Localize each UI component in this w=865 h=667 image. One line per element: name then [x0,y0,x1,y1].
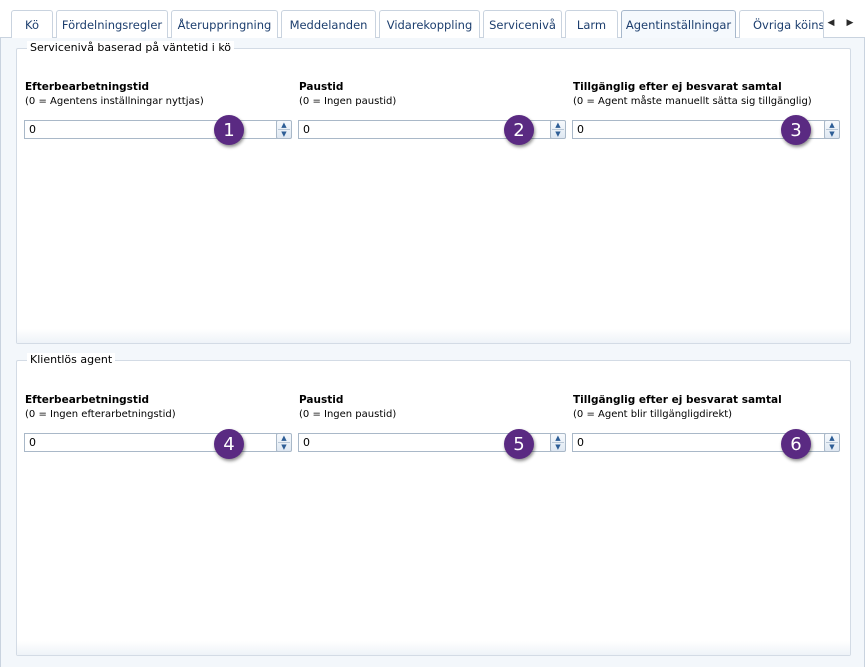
spin-up-icon[interactable]: ▲ [825,434,839,442]
callout-badge: 6 [781,429,811,459]
wrapup-time-spinner: ▲ ▼ [276,120,292,139]
tab-label: Meddelanden [289,17,368,32]
callout-badge: 3 [781,115,811,145]
group-title: Klientlös agent [27,353,116,366]
tab-label: Övriga köinstä [753,17,824,32]
spin-down-icon[interactable]: ▼ [825,443,839,451]
tab-label: Larm [576,17,607,32]
spin-up-icon[interactable]: ▲ [277,121,291,129]
tab-ateruppringning[interactable]: Återuppringning [171,10,278,38]
spin-down-icon[interactable]: ▼ [551,443,565,451]
clientless-available-after-missed-spinner: ▲ ▼ [824,433,840,452]
spin-down-icon[interactable]: ▼ [551,130,565,138]
tab-bar: Kö Fördelningsregler Återuppringning Med… [0,0,865,39]
tab-vidarekoppling[interactable]: Vidarekoppling [379,10,480,38]
tab-label: Fördelningsregler [61,17,163,32]
tab-fordelningsregler[interactable]: Fördelningsregler [56,10,168,38]
spin-down-icon[interactable]: ▼ [277,130,291,138]
group-clientless-agent: Klientlös agent Efterbearbetningstid (0 … [16,353,851,656]
tab-label: Återuppringning [177,17,272,32]
spin-up-icon[interactable]: ▲ [825,121,839,129]
clientless-wrapup-time-spinner: ▲ ▼ [276,433,292,452]
callout-badge: 4 [214,429,244,459]
field-hint-wrapup-time: (0 = Ingen efterarbetningstid) [25,409,176,420]
tab-ovriga-koinstallningar[interactable]: Övriga köinstä [739,10,824,38]
field-label-wrapup-time: Efterbearbetningstid [25,81,150,93]
field-label-available-after-missed: Tillgänglig efter ej besvarat samtal [573,394,782,406]
field-hint-wrapup-time: (0 = Agentens inställningar nyttjas) [25,96,204,107]
field-hint-available-after-missed: (0 = Agent måste manuellt sätta sig till… [573,96,812,107]
tab-meddelanden[interactable]: Meddelanden [281,10,376,38]
spin-up-icon[interactable]: ▲ [277,434,291,442]
triangle-left-icon[interactable]: ◀ [826,17,836,29]
group-title: Servicenivå baserad på väntetid i kö [27,41,235,54]
pause-time-spinner: ▲ ▼ [550,120,566,139]
field-hint-pause-time: (0 = Ingen paustid) [299,96,397,107]
callout-badge: 2 [504,115,534,145]
field-hint-available-after-missed: (0 = Agent blir tillgängligdirekt) [573,409,733,420]
tab-label: Servicenivå [489,17,556,32]
tab-larm[interactable]: Larm [565,10,618,38]
tab-content-panel: Servicenivå baserad på väntetid i kö Eft… [0,38,865,667]
clientless-pause-time-spinner: ▲ ▼ [550,433,566,452]
tab-label: Kö [24,17,39,32]
field-hint-pause-time: (0 = Ingen paustid) [299,409,397,420]
tab-ko[interactable]: Kö [11,10,53,38]
field-label-available-after-missed: Tillgänglig efter ej besvarat samtal [573,81,782,93]
group-servicelevel-queue-wait: Servicenivå baserad på väntetid i kö Eft… [16,41,851,344]
field-label-pause-time: Paustid [299,81,344,93]
spin-up-icon[interactable]: ▲ [551,121,565,129]
triangle-right-icon[interactable]: ▶ [845,17,855,29]
field-label-pause-time: Paustid [299,394,344,406]
spin-down-icon[interactable]: ▼ [277,443,291,451]
callout-badge: 5 [504,429,534,459]
tab-label: Agentinställningar [625,18,732,32]
spin-up-icon[interactable]: ▲ [551,434,565,442]
callout-badge: 1 [214,115,244,145]
tab-label: Vidarekoppling [386,17,473,32]
tab-serviceniva[interactable]: Servicenivå [483,10,562,38]
field-label-wrapup-time: Efterbearbetningstid [25,394,150,406]
tab-agentinstallningar[interactable]: Agentinställningar [621,10,736,39]
spin-down-icon[interactable]: ▼ [825,130,839,138]
available-after-missed-spinner: ▲ ▼ [824,120,840,139]
